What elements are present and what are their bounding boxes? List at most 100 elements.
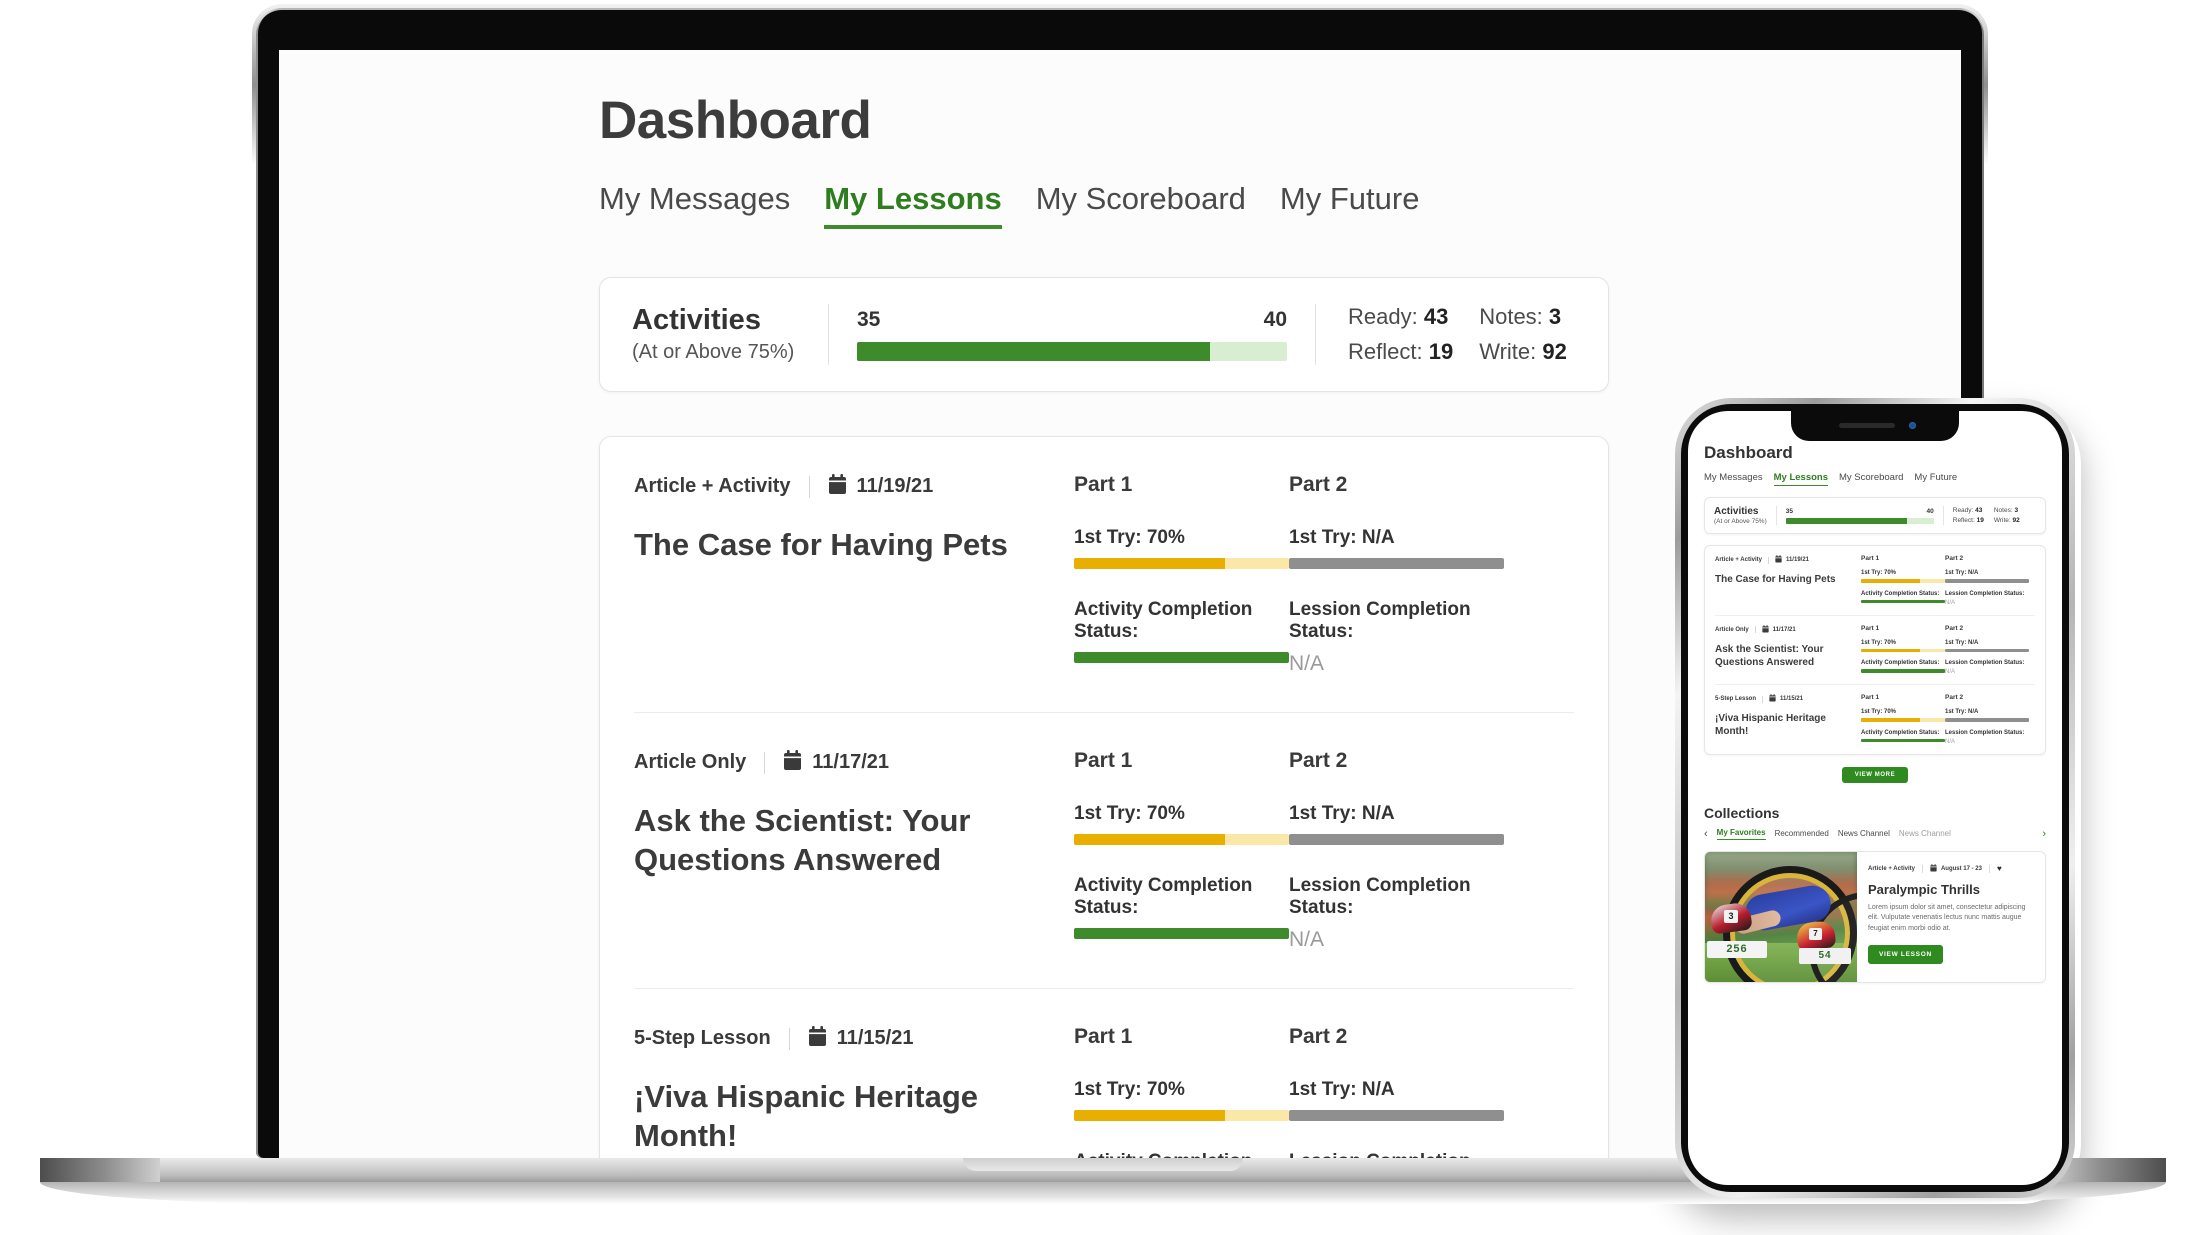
phone-part1-heading: Part 1 [1861, 694, 1880, 701]
phone-lesson-type: Article Only [1715, 626, 1749, 633]
tab-my-future[interactable]: My Future [1280, 181, 1420, 229]
activities-total: 40 [1263, 308, 1287, 331]
phone-part2-status-label: Lession Completion Status: [1945, 590, 2025, 597]
calendar-icon [1930, 863, 1937, 874]
phone-stat-reflect: Reflect: 19 [1952, 517, 1984, 524]
divider [1762, 695, 1764, 703]
phone-part1-try-bar [1861, 718, 1945, 722]
phone-activities-progress-track [1785, 517, 1934, 524]
athlete-bib-number: 7 [1809, 927, 1822, 940]
part2-status-value: N/A [1289, 652, 1325, 675]
list-item[interactable]: Article Only 11/17/21 Ask the Scientist:… [1715, 616, 2035, 685]
promo-description: Lorem ipsum dolor sit amet, consectetur … [1868, 903, 2026, 933]
divider [828, 304, 829, 365]
part1-status-label: Activity Completion Status: [1074, 1151, 1289, 1158]
lesson-title[interactable]: ¡Viva Hispanic Heritage Month! [634, 1078, 1064, 1156]
phone-page: Dashboard My Messages My Lessons My Scor… [1688, 411, 2062, 983]
collections-tab-news-channel[interactable]: News Channel [1838, 829, 1890, 838]
phone-activities-label-group: Activities (At or Above 75%) [1714, 506, 1767, 525]
stat-notes-label: Notes: [1479, 304, 1543, 329]
divider [764, 751, 766, 774]
phone-activities-stats: Ready: 43 Notes: 3 Reflect: 19 Write: 92 [1953, 507, 2020, 524]
tab-my-lessons[interactable]: My Lessons [824, 181, 1002, 229]
divider [1942, 506, 1944, 525]
phone-lesson-title[interactable]: Ask the Scientist: Your Questions Answer… [1715, 643, 1855, 669]
phone-tab-my-future[interactable]: My Future [1914, 472, 1957, 486]
part1-try-label: 1st Try: 70% [1074, 803, 1185, 824]
promo-image: 3 7 256 54 [1705, 851, 1857, 982]
phone-part1-status-label: Activity Completion Status: [1861, 590, 1940, 597]
part1-try-label: 1st Try: 70% [1074, 1079, 1185, 1100]
lesson-part2: Part 2 1st Try: N/A Lession Completion S… [1289, 749, 1504, 952]
collections-tab-recommended[interactable]: Recommended [1775, 829, 1829, 838]
phone-part1-status-bar [1861, 599, 1945, 603]
stat-write-value: 92 [1542, 339, 1567, 364]
activities-progress-track [857, 342, 1287, 361]
activities-title: Activities [632, 304, 761, 337]
stat-reflect-value: 19 [1428, 339, 1454, 364]
divider [808, 475, 810, 498]
view-more-button[interactable]: VIEW MORE [1841, 766, 1909, 783]
phone-activities-subtitle: (At or Above 75%) [1714, 518, 1767, 525]
phone-part2-try-bar [1945, 718, 2029, 722]
chevron-right-icon[interactable]: › [2042, 828, 2046, 840]
phone-part2-heading: Part 2 [1945, 694, 1964, 701]
phone-part1-try-label: 1st Try: 70% [1861, 570, 1897, 576]
table-row[interactable]: Article Only 11/17/21 Ask the Scientist:… [634, 713, 1574, 989]
phone-tab-my-scoreboard[interactable]: My Scoreboard [1839, 472, 1903, 486]
list-item[interactable]: 5-Step Lesson 11/15/21 ¡Viva Hispanic He… [1715, 685, 2035, 754]
phone-part2-status-value: N/A [1945, 738, 1956, 745]
phone-part2-status-label: Lession Completion Status: [1945, 660, 2025, 666]
phone-tab-my-lessons[interactable]: My Lessons [1773, 472, 1828, 486]
lesson-title[interactable]: Ask the Scientist: Your Questions Answer… [634, 802, 1064, 880]
heart-icon[interactable]: ♥ [1997, 864, 2002, 873]
calendar-icon [1769, 694, 1776, 704]
part1-status-bar [1074, 928, 1289, 939]
lesson-date: 11/15/21 [836, 1027, 914, 1049]
part2-heading: Part 2 [1289, 749, 1348, 772]
phone-lesson-part2: Part 2 1st Try: N/A Lession Completion S… [1945, 624, 2029, 675]
tab-my-scoreboard[interactable]: My Scoreboard [1036, 181, 1246, 229]
speaker-icon [1839, 423, 1895, 428]
phone-tab-my-messages[interactable]: My Messages [1704, 472, 1763, 486]
phone-lesson-title[interactable]: The Case for Having Pets [1715, 573, 1855, 586]
lesson-title[interactable]: The Case for Having Pets [634, 526, 1064, 565]
phone-lesson-title[interactable]: ¡Viva Hispanic Heritage Month! [1715, 712, 1855, 738]
table-row[interactable]: Article + Activity 11/19/21 The Case for… [634, 437, 1574, 713]
phone-lesson-meta: Article + Activity 11/19/21 [1715, 555, 1855, 565]
divider [1988, 864, 1990, 873]
phone-activities-title: Activities [1714, 506, 1759, 517]
chevron-left-icon[interactable]: ‹ [1704, 828, 1708, 840]
part2-heading: Part 2 [1289, 1025, 1348, 1048]
divider [1767, 556, 1769, 564]
calendar-icon [1775, 555, 1782, 565]
activities-progress-numbers: 35 40 [857, 308, 1287, 332]
part2-status-value: N/A [1289, 928, 1325, 951]
page-title: Dashboard [599, 91, 872, 150]
phone-lesson-type: 5-Step Lesson [1715, 696, 1757, 702]
front-camera-icon [1909, 422, 1916, 429]
lesson-type: 5-Step Lesson [634, 1027, 771, 1049]
table-row[interactable]: 5-Step Lesson 11/15/21 ¡Viva Hispanic He… [634, 989, 1574, 1158]
phone-activities-summary-card: Activities (At or Above 75%) 35 40 Ready… [1704, 497, 2046, 534]
list-item[interactable]: Article + Activity 11/19/21 The Case for… [1715, 546, 2035, 616]
collections-tab-news-channel-2[interactable]: News Channel [1899, 829, 1951, 838]
phone-part1-status-bar [1861, 738, 1945, 742]
part2-try-bar [1289, 1110, 1504, 1121]
phone-lesson-info: Article + Activity 11/19/21 The Case for… [1715, 555, 1861, 606]
athlete-bib-number: 3 [1724, 909, 1738, 923]
phone-page-title: Dashboard [1704, 443, 1793, 462]
lesson-part1: Part 1 1st Try: 70% Activity Completion … [1074, 749, 1289, 952]
phone-lesson-meta: 5-Step Lesson 11/15/21 [1715, 694, 1855, 704]
tab-my-messages[interactable]: My Messages [599, 181, 790, 229]
phone-activities-total: 40 [1926, 507, 1934, 515]
divider [788, 1027, 790, 1050]
view-lesson-button[interactable]: VIEW LESSON [1868, 945, 1943, 965]
promo-meta: Article + Activity August 17 - 23 ♥ [1868, 863, 2034, 874]
collections-tab-my-favorites[interactable]: My Favorites [1716, 828, 1766, 840]
phone-activities-progress-numbers: 35 40 [1786, 508, 1934, 515]
collection-promo-card[interactable]: 3 7 256 54 Article + Activity August 17 … [1704, 850, 2046, 983]
phone-part2-heading: Part 2 [1945, 624, 1964, 632]
phone-notch [1791, 411, 1959, 441]
divider [1921, 864, 1923, 873]
